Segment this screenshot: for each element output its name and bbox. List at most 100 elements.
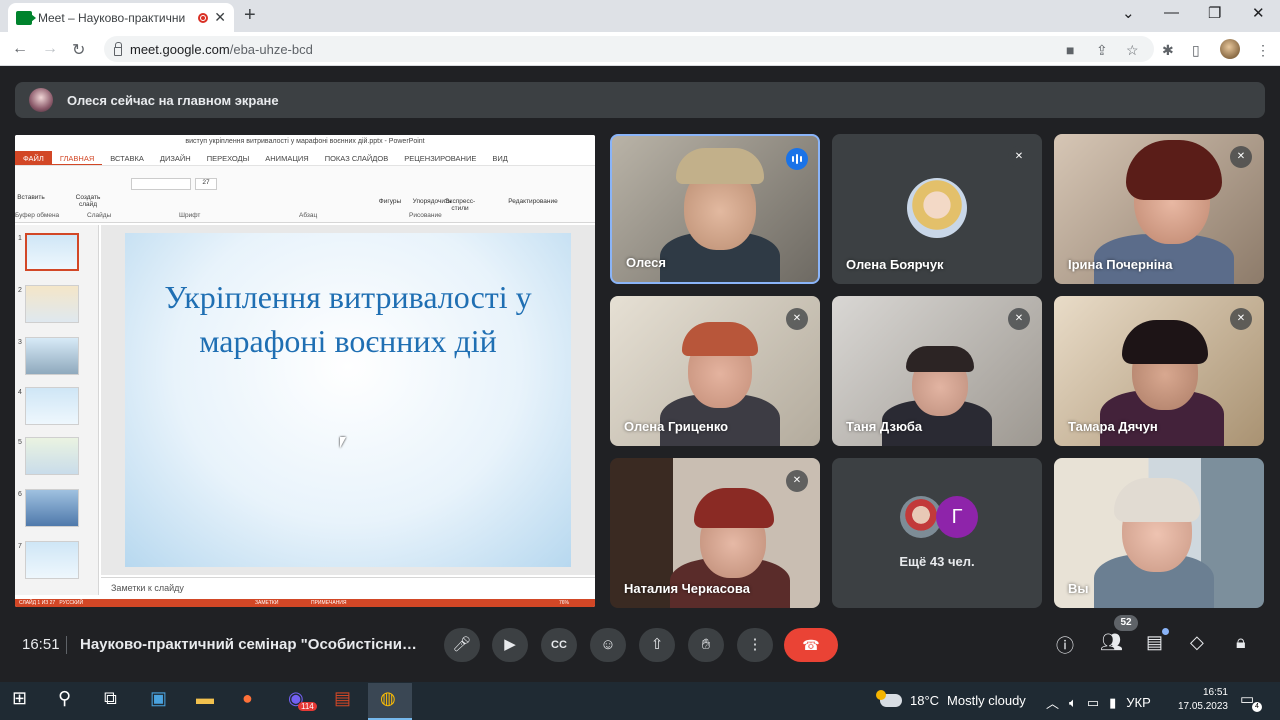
chat-icon[interactable]: ▤ bbox=[1146, 632, 1163, 653]
new-tab-button[interactable]: + bbox=[244, 4, 256, 27]
participant-tile[interactable]: ✕ Ірина Почерніна bbox=[1054, 134, 1264, 284]
restore-icon[interactable]: ❐ bbox=[1208, 4, 1221, 22]
volume-icon[interactable]: 🔈︎ bbox=[1069, 695, 1077, 711]
microphone-button[interactable]: 🎤︎ bbox=[444, 628, 480, 662]
minimize-icon[interactable]: — bbox=[1164, 4, 1179, 21]
participant-tile[interactable]: Олеся bbox=[610, 134, 820, 284]
temperature: 18°C bbox=[910, 693, 940, 708]
reload-icon[interactable]: ↻ bbox=[72, 40, 85, 60]
mic-off-icon: ✕ bbox=[786, 308, 808, 330]
presenter-avatar bbox=[29, 88, 53, 112]
thumb-number: 2 bbox=[18, 287, 22, 294]
browser-tab-strip: Meet – Науково-практични ✕ + ⌄ — ❐ ✕ bbox=[0, 0, 1280, 32]
windows-start-icon[interactable]: ⊞ bbox=[12, 688, 27, 709]
slide-title: Укріплення витривалості у марафоні воєнн… bbox=[164, 279, 532, 359]
participant-avatar bbox=[907, 178, 967, 238]
battery-icon[interactable]: ▮ bbox=[1109, 695, 1116, 711]
shared-screen-powerpoint: виступ укріплення витривалості у марафон… bbox=[15, 135, 595, 607]
menu-icon[interactable]: ⋮ bbox=[1256, 42, 1270, 59]
ppt-status-bar: СЛАЙД 1 ИЗ 27 РУССКИЙ ЗАМЕТКИ ПРИМЕЧАНИЯ… bbox=[15, 599, 595, 607]
ppt-notes-toggle: ЗАМЕТКИ bbox=[255, 600, 279, 606]
ppt-comments-toggle: ПРИМЕЧАНИЯ bbox=[311, 600, 347, 606]
thumb-number: 6 bbox=[18, 491, 22, 498]
network-icon[interactable]: ▭ bbox=[1087, 695, 1099, 711]
forward-icon[interactable]: → bbox=[42, 40, 58, 58]
present-button[interactable]: ⇧ bbox=[639, 628, 675, 662]
reactions-button[interactable]: ☺ bbox=[590, 628, 626, 662]
ppt-editing: Редактирование bbox=[508, 198, 558, 205]
ppt-paste: Вставить bbox=[17, 194, 45, 201]
participant-video bbox=[1114, 478, 1200, 522]
bookmark-star-icon[interactable]: ☆ bbox=[1126, 42, 1139, 59]
ppt-shapes: Фигуры bbox=[378, 198, 402, 205]
participant-tile[interactable]: ✕ Олена Гриценко bbox=[610, 296, 820, 446]
file-explorer-icon[interactable]: ▬ bbox=[196, 688, 214, 709]
host-controls-icon[interactable]: 🔒︎ bbox=[1236, 632, 1246, 653]
thumb-number: 4 bbox=[18, 389, 22, 396]
thumb-number: 5 bbox=[18, 439, 22, 446]
ppt-quick-styles: Экспресс-стили bbox=[444, 198, 476, 212]
more-participants-tile[interactable]: Г Ещё 43 чел. bbox=[832, 458, 1042, 608]
people-icon[interactable]: 👥︎ bbox=[1100, 632, 1123, 653]
slide-thumbnail bbox=[25, 387, 79, 425]
close-tab-icon[interactable]: ✕ bbox=[214, 9, 226, 26]
end-call-button[interactable]: ☎ bbox=[784, 628, 838, 662]
extensions-icon[interactable]: ✱ bbox=[1162, 42, 1174, 59]
chrome-icon[interactable]: ◍ bbox=[380, 688, 396, 709]
ppt-tab-file: ФАЙЛ bbox=[15, 151, 52, 165]
ppt-language: РУССКИЙ bbox=[59, 600, 84, 606]
ppt-group-font: Шрифт bbox=[179, 212, 201, 219]
close-window-icon[interactable]: ✕ bbox=[1252, 4, 1265, 22]
captions-button[interactable]: CC bbox=[541, 628, 577, 662]
system-date: 17.05.2023 bbox=[1177, 701, 1228, 712]
meeting-clock: 16:51 bbox=[22, 636, 60, 653]
lock-icon[interactable] bbox=[114, 41, 122, 56]
firefox-icon[interactable]: ● bbox=[242, 688, 253, 709]
address-bar[interactable]: meet.google.com/eba-uhze-bcd bbox=[104, 36, 1154, 62]
search-icon[interactable]: ⚲ bbox=[58, 688, 71, 709]
participant-name: Олена Боярчук bbox=[846, 257, 944, 272]
participant-tile[interactable]: ✕ Таня Дзюба bbox=[832, 296, 1042, 446]
participant-name: Тамара Дячун bbox=[1068, 419, 1158, 434]
ppt-ribbon: Вставить Создать слайд 27 Фигуры Упорядо… bbox=[15, 165, 595, 223]
store-icon[interactable]: ▣ bbox=[150, 688, 167, 709]
chat-notification-dot bbox=[1162, 628, 1169, 635]
ppt-window-title: виступ укріплення витривалості у марафон… bbox=[185, 138, 425, 145]
profile-avatar[interactable] bbox=[1220, 39, 1240, 59]
raise-hand-button[interactable]: ✋︎ bbox=[688, 628, 724, 662]
ppt-tab-view: ВИД bbox=[492, 154, 508, 163]
participant-tile[interactable]: ✕ Олена Боярчук bbox=[832, 134, 1042, 284]
input-language[interactable]: УКР bbox=[1126, 695, 1151, 710]
thumb-number: 3 bbox=[18, 339, 22, 346]
tab-search-icon[interactable]: ⌄ bbox=[1122, 4, 1135, 22]
side-panel-icon[interactable]: ▯ bbox=[1192, 42, 1200, 59]
task-view-icon[interactable]: ⧉ bbox=[104, 688, 117, 709]
weather-widget[interactable]: 18°C Mostly cloudy bbox=[876, 690, 1026, 708]
tab-title: Meet – Науково-практични bbox=[38, 10, 186, 25]
share-icon[interactable]: ⇪ bbox=[1096, 42, 1108, 59]
more-options-button[interactable]: ⋮ bbox=[737, 628, 773, 662]
slide-thumbnail bbox=[25, 541, 79, 579]
participant-name: Олеся bbox=[626, 255, 666, 270]
slide-thumbnail bbox=[25, 489, 79, 527]
ppt-title-bar: виступ укріплення витривалості у марафон… bbox=[15, 135, 595, 149]
tray-overflow-icon[interactable]: ︿ bbox=[1046, 693, 1059, 712]
camera-button[interactable]: ▶ bbox=[492, 628, 528, 662]
ppt-group-slides: Слайды bbox=[87, 212, 112, 219]
browser-toolbar: ← → ↻ meet.google.com/eba-uhze-bcd ■ ⇪ ☆… bbox=[0, 32, 1280, 66]
participant-tile[interactable]: ✕ Тамара Дячун bbox=[1054, 296, 1264, 446]
participant-count-badge: 52 bbox=[1114, 615, 1138, 631]
activities-icon[interactable]: ◇ bbox=[1190, 632, 1204, 653]
self-tile[interactable]: Вы bbox=[1054, 458, 1264, 608]
participant-tile[interactable]: ✕ Наталия Черкасова bbox=[610, 458, 820, 608]
powerpoint-icon[interactable]: ▤ bbox=[334, 688, 351, 709]
ppt-tab-review: РЕЦЕНЗИРОВАНИЕ bbox=[404, 154, 477, 163]
system-clock[interactable]: 16:51 17.05.2023 bbox=[1168, 686, 1228, 714]
system-tray: ︿ 🔈︎ ▭ ▮ УКР bbox=[1046, 693, 1151, 712]
browser-tab[interactable]: Meet – Науково-практични ✕ bbox=[8, 3, 234, 32]
viber-badge: 114 bbox=[298, 702, 317, 711]
participant-name: Ірина Почерніна bbox=[1068, 257, 1173, 272]
meeting-details-icon[interactable]: ⓘ bbox=[1056, 632, 1074, 658]
back-icon[interactable]: ← bbox=[12, 40, 28, 58]
camera-in-use-icon[interactable]: ■ bbox=[1066, 42, 1074, 58]
